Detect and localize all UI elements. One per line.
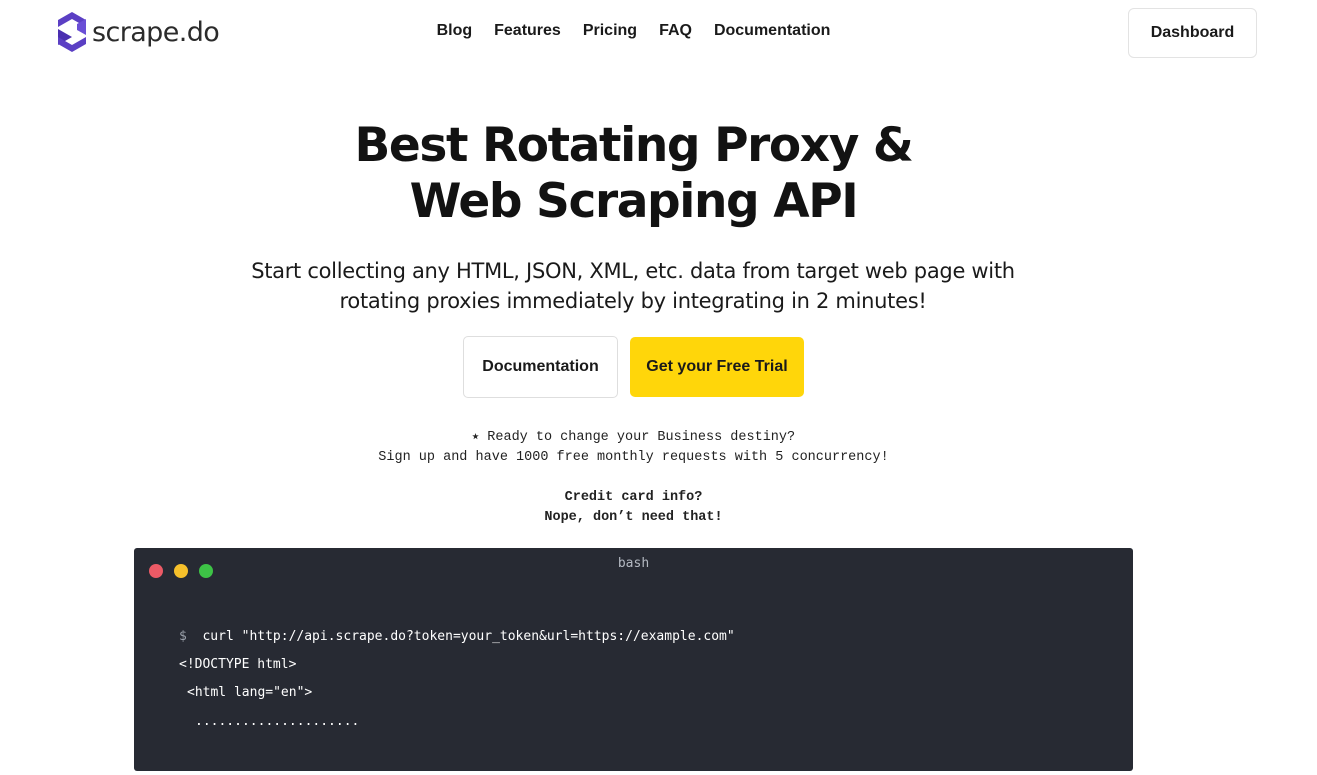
- terminal-window: bash $ curl "http://api.scrape.do?token=…: [134, 548, 1133, 771]
- main-nav: Blog Features Pricing FAQ Documentation: [0, 20, 1267, 42]
- promo-offer: Sign up and have 1000 free monthly reque…: [378, 450, 889, 465]
- promo-headline: ⭑ Ready to change your Business destiny?: [471, 430, 796, 445]
- terminal-command-line: $ curl "http://api.scrape.do?token=your_…: [179, 628, 735, 646]
- promo-question: Credit card info?: [564, 490, 703, 505]
- hero-subtitle: Start collecting any HTML, JSON, XML, et…: [183, 256, 1083, 316]
- hero-title-line-1: Best Rotating Proxy &: [354, 118, 913, 173]
- terminal-output-doctype: <!DOCTYPE html>: [179, 657, 297, 672]
- navbar: scrape.do Blog Features Pricing FAQ Docu…: [0, 0, 1317, 64]
- nav-features[interactable]: Features: [494, 20, 561, 42]
- nav-blog[interactable]: Blog: [437, 20, 473, 42]
- hero-subtitle-line-2: rotating proxies immediately by integrat…: [339, 289, 927, 313]
- nav-documentation[interactable]: Documentation: [714, 20, 830, 42]
- nav-faq[interactable]: FAQ: [659, 20, 692, 42]
- terminal-title: bash: [617, 556, 650, 571]
- hero-subtitle-line-1: Start collecting any HTML, JSON, XML, et…: [251, 259, 1015, 283]
- terminal-command: curl "http://api.scrape.do?token=your_to…: [202, 629, 735, 644]
- hero-title: Best Rotating Proxy & Web Scraping API: [0, 118, 1267, 230]
- terminal-prompt: $: [179, 629, 187, 644]
- dashboard-button[interactable]: Dashboard: [1128, 8, 1257, 58]
- terminal-output-html-tag: <html lang="en">: [187, 685, 313, 700]
- documentation-button[interactable]: Documentation: [463, 336, 618, 398]
- promo-answer: Nope, don’t need that!: [544, 510, 723, 525]
- terminal-output-ellipsis: .....................: [195, 714, 360, 729]
- hero-title-line-2: Web Scraping API: [409, 174, 859, 229]
- nav-pricing[interactable]: Pricing: [583, 20, 637, 42]
- free-trial-button[interactable]: Get your Free Trial: [630, 337, 804, 397]
